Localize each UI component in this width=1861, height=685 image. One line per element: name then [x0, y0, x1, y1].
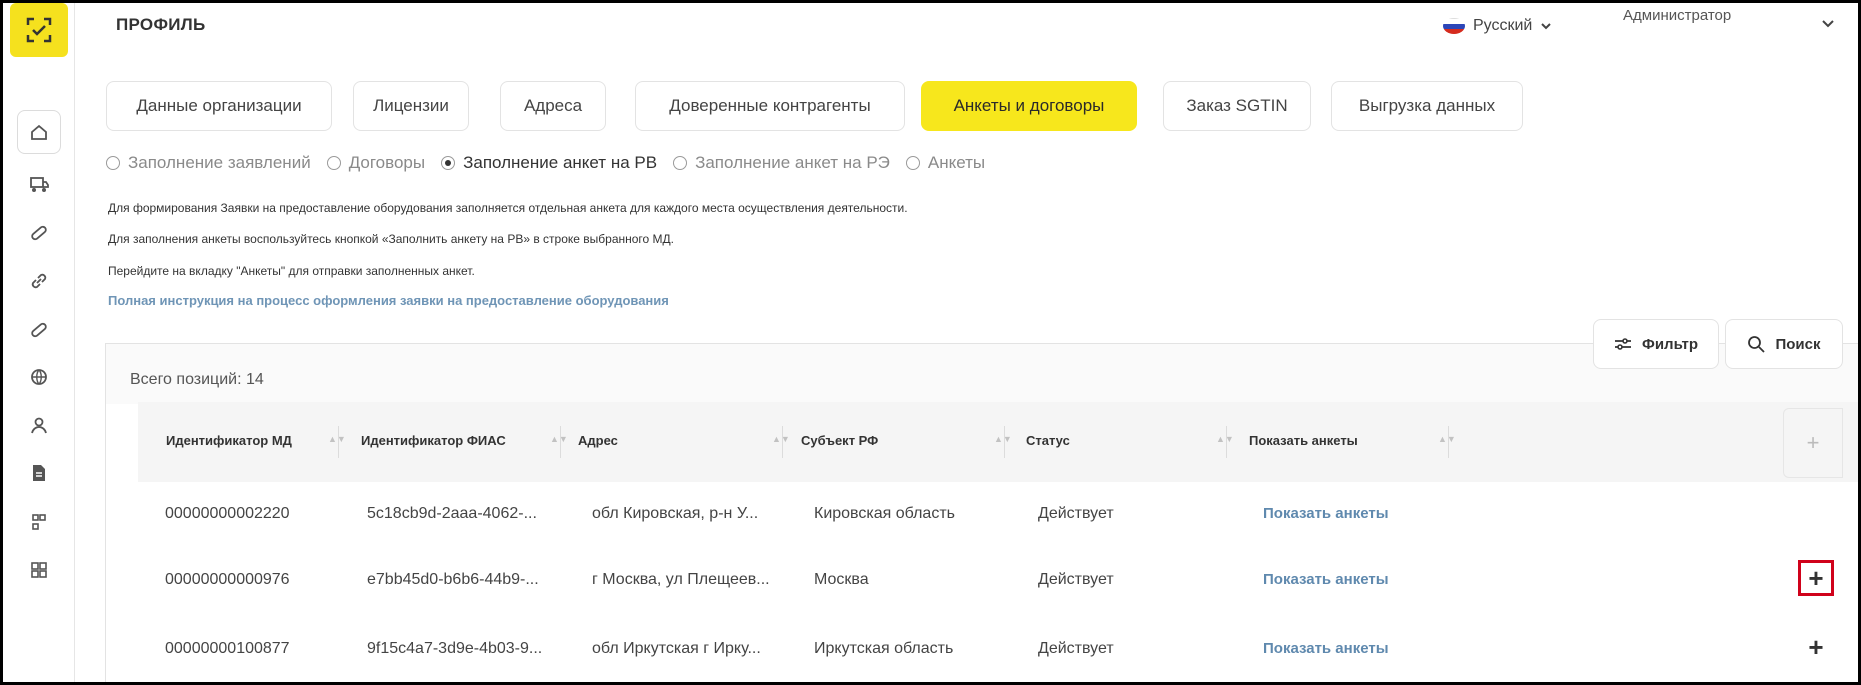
cell-md-id: 00000000000976 — [165, 571, 290, 588]
show-forms-link[interactable]: Показать анкеты — [1263, 570, 1389, 590]
tab-licenses[interactable]: Лицензии — [353, 81, 469, 131]
filter-icon — [1615, 338, 1632, 350]
delivery-icon[interactable] — [17, 163, 61, 207]
cell-fias-id: 5c18cb9d-2aaa-4062-... — [367, 505, 537, 522]
cell-address: г Москва, ул Плещеев... — [592, 571, 770, 588]
total-count: Всего позиций: 14 — [130, 371, 264, 388]
cell-region: Москва — [814, 571, 869, 588]
cell-fias-id: 9f15c4a7-3d9e-4b03-9... — [367, 640, 543, 657]
language-label: Русский — [1473, 17, 1533, 34]
cell-fias-id: e7bb45d0-b6b6-44b9-... — [367, 571, 539, 588]
radio-applications[interactable]: Заполнение заявлений — [106, 153, 311, 173]
subsection-radio-group: Заполнение заявлений Договоры Заполнение… — [106, 153, 1001, 173]
info-line-2: Для заполнения анкеты воспользуйтесь кно… — [108, 232, 675, 246]
capsule-icon[interactable] — [17, 308, 61, 352]
logo-icon — [26, 17, 52, 43]
show-forms-link[interactable]: Показать анкеты — [1263, 639, 1389, 659]
sort-icon[interactable]: ▲▼ — [772, 434, 790, 444]
filter-button[interactable]: Фильтр — [1593, 319, 1719, 369]
chevron-down-icon — [1541, 23, 1552, 30]
language-selector[interactable]: Русский — [1443, 17, 1552, 35]
sort-icon[interactable]: ▲▼ — [550, 434, 568, 444]
sort-icon[interactable]: ▲▼ — [1438, 434, 1456, 444]
sort-icon[interactable]: ▲▼ — [328, 434, 346, 444]
cell-region: Иркутская область — [814, 640, 954, 657]
table-header: Идентификатор МД ▲▼ Идентификатор ФИАС ▲… — [138, 402, 1858, 482]
column-fias-id[interactable]: Идентификатор ФИАС — [361, 433, 506, 448]
radio-contracts[interactable]: Договоры — [326, 153, 425, 173]
russian-flag-icon — [1443, 18, 1465, 34]
document-icon[interactable] — [17, 451, 61, 495]
hierarchy-icon[interactable] — [17, 500, 61, 544]
column-region[interactable]: Субъект РФ — [801, 433, 878, 448]
pills-icon[interactable] — [17, 211, 61, 255]
link-icon[interactable] — [17, 259, 61, 303]
tab-forms-and-contracts[interactable]: Анкеты и договоры — [921, 81, 1137, 131]
sidebar — [3, 3, 75, 682]
fill-form-add-button[interactable]: + — [1801, 632, 1831, 662]
cell-status: Действует — [1038, 571, 1114, 588]
show-forms-link[interactable]: Показать анкеты — [1263, 504, 1389, 524]
cell-address: обл Иркутская г Ирку... — [592, 640, 761, 657]
globe-icon[interactable] — [17, 355, 61, 399]
grid-icon[interactable] — [17, 548, 61, 592]
table-row: 00000000002220 5c18cb9d-2aaa-4062-... об… — [137, 504, 1858, 564]
info-line-1: Для формирования Заявки на предоставлени… — [108, 201, 908, 215]
radio-re-forms[interactable]: Заполнение анкет на РЭ — [673, 153, 890, 173]
cell-status: Действует — [1038, 640, 1114, 657]
tab-addresses[interactable]: Адреса — [500, 81, 606, 131]
sort-icon[interactable]: ▲▼ — [1216, 434, 1234, 444]
tab-organization-data[interactable]: Данные организации — [106, 81, 332, 131]
column-md-id[interactable]: Идентификатор МД — [166, 433, 292, 448]
cell-address: обл Кировская, р-н У... — [592, 505, 759, 522]
app-logo[interactable] — [10, 3, 68, 57]
cell-region: Кировская область — [814, 505, 955, 522]
radio-forms[interactable]: Анкеты — [905, 153, 985, 173]
column-address[interactable]: Адрес — [578, 433, 618, 448]
cell-md-id: 00000000100877 — [165, 640, 290, 657]
tab-sgtin-order[interactable]: Заказ SGTIN — [1163, 81, 1311, 131]
instruction-link[interactable]: Полная инструкция на процесс оформления … — [108, 293, 669, 308]
info-line-3: Перейдите на вкладку "Анкеты" для отправ… — [108, 264, 475, 278]
user-name[interactable]: Администратор — [1623, 7, 1731, 24]
add-column-button[interactable]: + — [1783, 408, 1843, 478]
radio-rv-forms[interactable]: Заполнение анкет на РВ — [441, 153, 657, 173]
table-row: 00000000000976 e7bb45d0-b6b6-44b9-... г … — [137, 570, 1858, 630]
column-status[interactable]: Статус — [1026, 433, 1070, 448]
fill-form-add-button[interactable]: + — [1798, 560, 1834, 596]
search-icon — [1748, 336, 1766, 353]
tab-data-export[interactable]: Выгрузка данных — [1331, 81, 1523, 131]
home-icon[interactable] — [17, 110, 61, 154]
cell-status: Действует — [1038, 505, 1114, 522]
column-show-forms[interactable]: Показать анкеты — [1249, 433, 1358, 448]
user-icon[interactable] — [17, 403, 61, 447]
app-window: ПРОФИЛЬ Русский Администратор Данные орг… — [0, 0, 1861, 685]
sort-icon[interactable]: ▲▼ — [994, 434, 1012, 444]
search-button[interactable]: Поиск — [1725, 319, 1843, 369]
user-menu-chevron-icon[interactable] — [1821, 19, 1835, 28]
page-title: ПРОФИЛЬ — [116, 15, 206, 34]
tab-trusted-contractors[interactable]: Доверенные контрагенты — [635, 81, 905, 131]
table-row: 00000000100877 9f15c4a7-3d9e-4b03-9... о… — [137, 639, 1858, 682]
cell-md-id: 00000000002220 — [165, 505, 290, 522]
